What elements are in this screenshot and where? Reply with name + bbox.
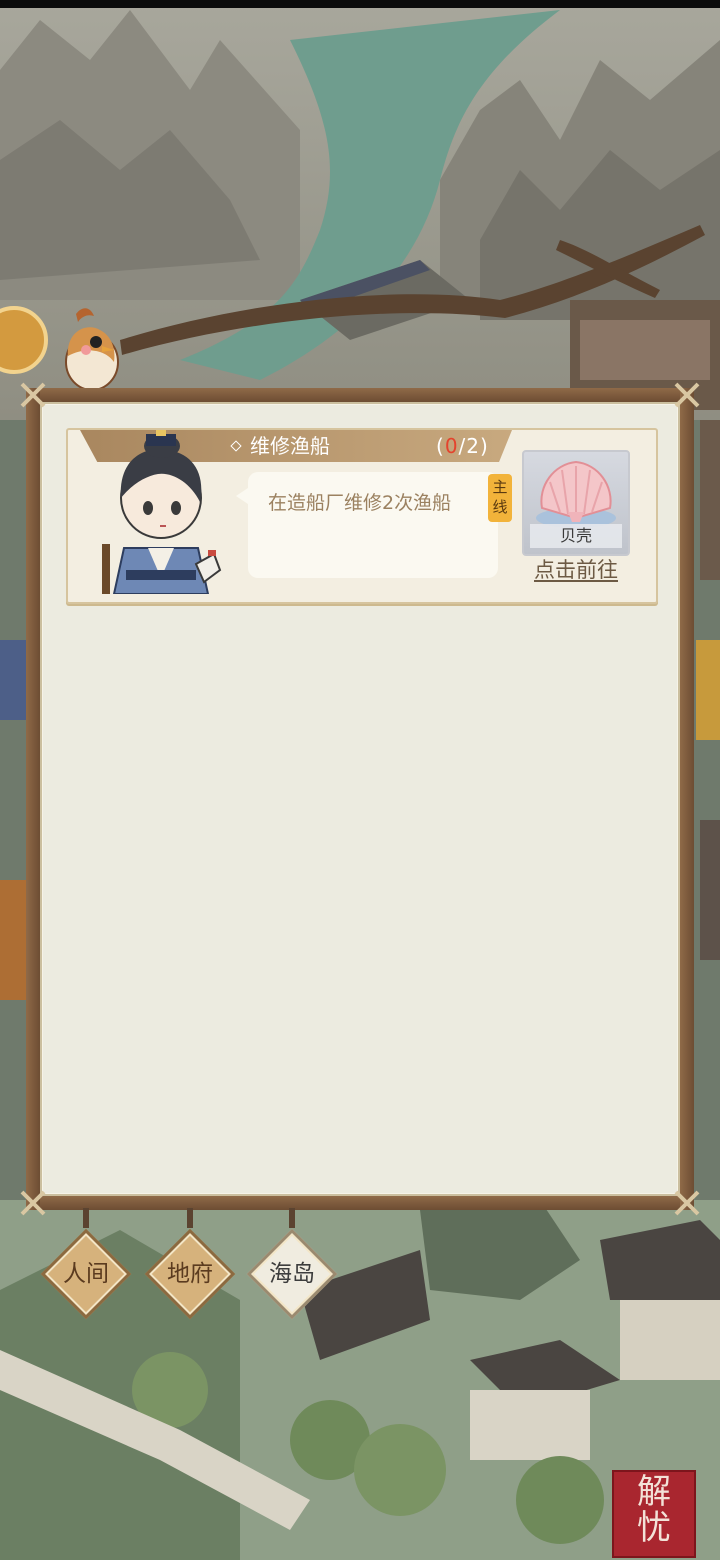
board-rail-bottom (26, 1196, 694, 1210)
tab-label: 人间 (63, 1261, 109, 1287)
seal-text: 解 忧 (637, 1472, 671, 1548)
shell-icon (536, 460, 616, 528)
diamond-bullet-icon (230, 440, 242, 452)
quest-description-bubble: 在造船厂维修2次渔船 (236, 472, 498, 578)
sparrow-mascot-icon[interactable] (56, 302, 126, 394)
rope-knot-icon (674, 382, 700, 408)
tab-renjian[interactable]: 人间 (40, 1228, 132, 1320)
rope-knot-icon (20, 1190, 46, 1216)
goto-button[interactable]: 点击前往 (522, 554, 630, 584)
board-rail-left (26, 388, 40, 1210)
main-quest-tag: 主 线 (488, 474, 512, 522)
rope-knot-icon (674, 1190, 700, 1216)
reward-name: 贝壳 (530, 524, 622, 548)
tab-label: 海岛 (269, 1261, 315, 1287)
tab-label: 地府 (167, 1261, 213, 1287)
quest-title: 维修渔船 (250, 434, 330, 458)
quest-description: 在造船厂维修2次渔船 (268, 492, 452, 514)
board-rail-top (26, 388, 694, 402)
board-rail-right (680, 388, 694, 1210)
quest-progress: (0/2) (436, 434, 489, 458)
rope-knot-icon (20, 382, 46, 408)
status-bar (0, 0, 720, 8)
tab-hanger (289, 1208, 295, 1228)
tab-hanger (187, 1208, 193, 1228)
tab-difu[interactable]: 地府 (144, 1228, 236, 1320)
scholar-character-avatar (102, 430, 222, 594)
tab-haidao[interactable]: 海岛 (246, 1228, 338, 1320)
tab-hanger (83, 1208, 89, 1228)
